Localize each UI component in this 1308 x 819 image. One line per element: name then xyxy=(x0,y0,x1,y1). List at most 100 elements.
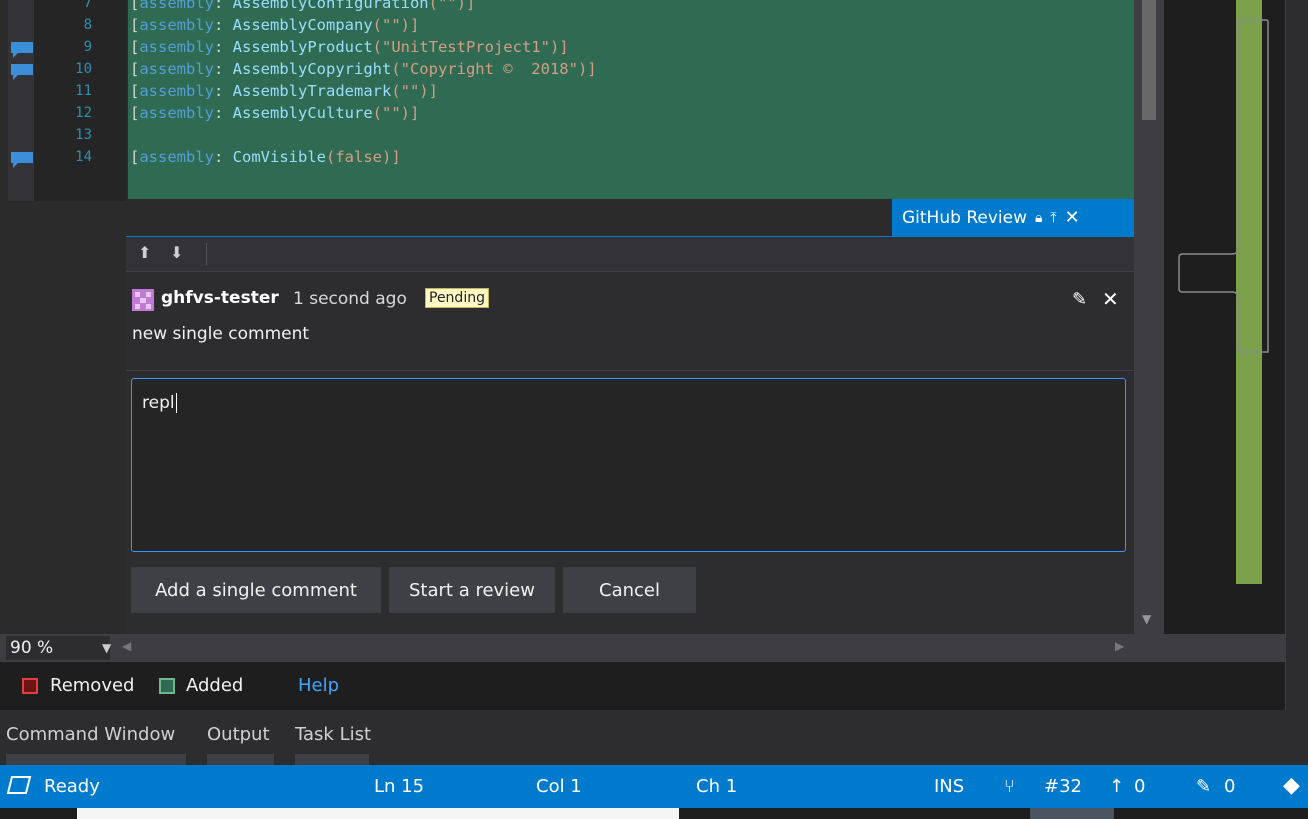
right-panel-edge xyxy=(1285,0,1308,710)
reply-input[interactable]: repl xyxy=(131,378,1126,552)
glyph-margin xyxy=(8,0,34,201)
code-token: : xyxy=(214,60,233,78)
comment-navigation-bar: ⬆ ⬇ xyxy=(126,237,1134,272)
comment-glyph-icon[interactable] xyxy=(10,151,34,169)
zoom-bar: 90 % ▼ ◀ ▶ xyxy=(0,634,1285,662)
code-diff-area[interactable]: [assembly: AssemblyConfiguration("")] [as… xyxy=(128,0,1134,199)
diff-legend: Removed Added Help xyxy=(0,662,1285,710)
code-token: AssemblyProduct xyxy=(232,38,373,56)
overview-viewport-frame[interactable] xyxy=(1178,18,1270,354)
pending-badge: Pending xyxy=(425,288,489,308)
previous-comment-icon[interactable]: ⬆ xyxy=(138,243,151,262)
zoom-dropdown[interactable]: 90 % ▼ xyxy=(6,636,111,660)
tab-indicator xyxy=(207,754,274,765)
status-edits[interactable]: 0 xyxy=(1224,776,1235,797)
scroll-down-icon[interactable]: ▼ xyxy=(1142,612,1151,626)
github-review-tab[interactable]: GitHub Review 🔒︎ ⤒ ✕ xyxy=(892,199,1134,236)
line-number: 13 xyxy=(75,127,92,143)
code-token: : xyxy=(214,38,233,56)
chevron-down-icon[interactable]: ▼ xyxy=(102,636,111,660)
code-token: : xyxy=(214,82,233,100)
pencil-icon[interactable]: ✎ xyxy=(1196,776,1211,797)
code-token: [ xyxy=(130,60,140,78)
scrollbar-thumb[interactable] xyxy=(1142,0,1156,120)
pull-request-icon[interactable]: ⑂ xyxy=(1004,776,1015,797)
comment-author[interactable]: ghfvs-tester xyxy=(161,288,279,308)
scroll-right-icon[interactable]: ▶ xyxy=(1115,639,1124,653)
code-token: : xyxy=(214,16,233,34)
code-token: [ xyxy=(130,16,140,34)
code-token: ComVisible xyxy=(232,148,326,166)
ready-icon xyxy=(6,775,32,800)
git-icon[interactable]: ◆ xyxy=(1283,773,1300,798)
review-comment: ghfvs-tester 1 second ago Pending new si… xyxy=(126,272,1134,371)
code-token: [ xyxy=(130,104,140,122)
code-line: [assembly: AssemblyCulture("")] xyxy=(130,102,419,124)
review-panel: ⬆ ⬇ ghfvs-tester 1 second ago Pending ne… xyxy=(126,236,1134,635)
edit-icon[interactable]: ✎ xyxy=(1072,289,1087,310)
arrow-up-icon[interactable]: ↑ xyxy=(1109,776,1124,797)
code-token: ("UnitTestProject1")] xyxy=(372,38,569,56)
code-token: ("")] xyxy=(391,82,438,100)
line-number: 8 xyxy=(83,17,92,33)
code-token: AssemblyCompany xyxy=(232,16,373,34)
code-token: [ xyxy=(130,148,140,166)
line-number: 10 xyxy=(75,61,92,77)
nav-divider xyxy=(206,243,207,265)
code-token: assembly xyxy=(139,104,214,122)
cancel-button[interactable]: Cancel xyxy=(563,567,696,613)
status-unpushed[interactable]: 0 xyxy=(1134,776,1145,797)
code-token: AssemblyConfiguration xyxy=(232,0,429,12)
status-line: Ln 15 xyxy=(374,776,425,797)
code-token: [ xyxy=(130,0,140,12)
code-editor[interactable]: [assembly: AssemblyConfiguration("")] [as… xyxy=(0,0,1285,635)
added-label: Added xyxy=(186,675,244,696)
tab-command-window[interactable]: Command Window xyxy=(6,724,175,745)
scroll-left-icon[interactable]: ◀ xyxy=(122,639,131,653)
status-bar: Ready Ln 15 Col 1 Ch 1 INS ⑂ #32 ↑ 0 ✎ 0… xyxy=(0,765,1308,808)
vertical-scrollbar[interactable]: ▼ xyxy=(1134,0,1164,634)
status-pull-request[interactable]: #32 xyxy=(1044,776,1082,797)
tab-indicator xyxy=(6,754,186,765)
text-caret xyxy=(175,393,177,413)
add-single-comment-button[interactable]: Add a single comment xyxy=(131,567,381,613)
code-line: [assembly: AssemblyCopyright("Copyright … xyxy=(130,58,597,80)
help-link[interactable]: Help xyxy=(298,675,339,696)
overview-margin[interactable] xyxy=(1164,0,1285,634)
comment-body: new single comment xyxy=(132,324,310,344)
code-token: [ xyxy=(130,38,140,56)
code-line: [assembly: AssemblyConfiguration("")] xyxy=(130,0,475,14)
code-token: AssemblyTrademark xyxy=(232,82,392,100)
code-token: : xyxy=(214,0,233,12)
line-number: 11 xyxy=(75,83,92,99)
taskbar-strip-grey xyxy=(1030,808,1114,819)
code-token: ("")] xyxy=(372,104,420,122)
tab-output[interactable]: Output xyxy=(207,724,270,745)
pin-icon[interactable]: ⤒ xyxy=(1050,210,1056,226)
added-swatch xyxy=(159,678,175,694)
comment-glyph-icon[interactable] xyxy=(10,41,34,59)
code-token: AssemblyCulture xyxy=(232,104,373,122)
code-token: ("")] xyxy=(372,16,420,34)
close-icon[interactable]: ✕ xyxy=(1065,207,1080,228)
code-token: assembly xyxy=(139,38,214,56)
github-review-title: GitHub Review xyxy=(902,207,1027,228)
line-number: 9 xyxy=(83,39,92,55)
code-token: ("")] xyxy=(428,0,476,12)
status-insert-mode[interactable]: INS xyxy=(934,776,964,797)
code-token: [ xyxy=(130,82,140,100)
lock-icon[interactable]: 🔒︎ xyxy=(1035,210,1042,226)
code-token: assembly xyxy=(139,60,214,78)
status-char: Ch 1 xyxy=(696,776,738,797)
code-line: [assembly: ComVisible(false)] xyxy=(130,146,401,168)
code-line: [assembly: AssemblyTrademark("")] xyxy=(130,80,438,102)
start-review-button[interactable]: Start a review xyxy=(389,567,555,613)
delete-comment-icon[interactable]: ✕ xyxy=(1102,287,1119,311)
comment-glyph-icon[interactable] xyxy=(10,63,34,81)
avatar xyxy=(132,289,154,311)
code-token: AssemblyCopyright xyxy=(232,60,392,78)
code-line: [assembly: AssemblyCompany("")] xyxy=(130,14,419,36)
code-token: assembly xyxy=(139,82,214,100)
tab-task-list[interactable]: Task List xyxy=(295,724,371,745)
next-comment-icon[interactable]: ⬇ xyxy=(170,243,183,262)
